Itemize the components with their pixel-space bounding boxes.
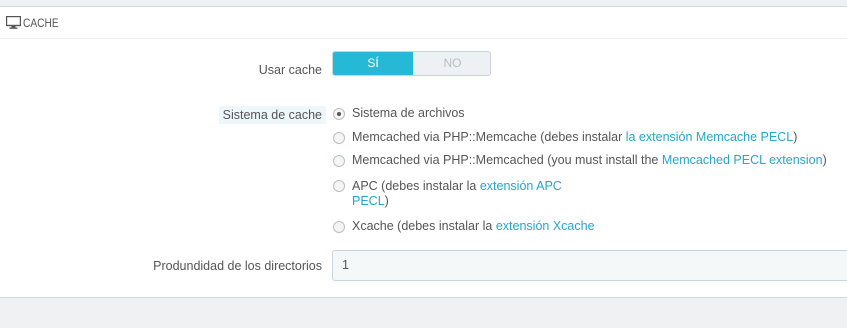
option-memcached-label: Memcached via PHP::Memcached (you must i… bbox=[352, 153, 827, 167]
xcache-link[interactable]: extensión Xcache bbox=[496, 219, 595, 233]
option-memcache-label: Memcached via PHP::Memcache (debes insta… bbox=[352, 130, 798, 144]
radio-memcache[interactable] bbox=[333, 132, 345, 144]
cache-system-label: Sistema de cache bbox=[218, 106, 326, 124]
apc-pecl-link[interactable]: extensión APC bbox=[480, 179, 562, 193]
memcached-pecl-link[interactable]: Memcached PECL extension bbox=[662, 153, 823, 167]
panel-title: CACHE bbox=[23, 16, 59, 30]
memcache-pecl-link[interactable]: la extensión Memcache PECL bbox=[626, 130, 793, 144]
radio-memcached[interactable] bbox=[333, 155, 345, 167]
radio-apc[interactable] bbox=[333, 180, 345, 192]
use-cache-switch[interactable]: SÍ NO bbox=[332, 51, 491, 76]
radio-filesystem[interactable] bbox=[333, 108, 345, 120]
use-cache-label: Usar cache bbox=[258, 63, 322, 77]
switch-yes-option[interactable]: SÍ bbox=[333, 52, 413, 75]
option-filesystem-label: Sistema de archivos bbox=[352, 106, 465, 120]
switch-no-option[interactable]: NO bbox=[413, 52, 490, 75]
apc-pecl-link-line2[interactable]: PECL bbox=[352, 194, 385, 208]
monitor-icon bbox=[6, 16, 21, 29]
depth-input[interactable]: 1 bbox=[332, 250, 847, 281]
depth-label: Produndidad de los directorios bbox=[153, 259, 322, 273]
panel-heading: CACHE bbox=[0, 7, 847, 39]
option-xcache-label: Xcache (debes instalar la extensión Xcac… bbox=[352, 219, 595, 233]
option-apc-label-line2: PECL) bbox=[352, 194, 389, 208]
radio-xcache[interactable] bbox=[333, 221, 345, 233]
